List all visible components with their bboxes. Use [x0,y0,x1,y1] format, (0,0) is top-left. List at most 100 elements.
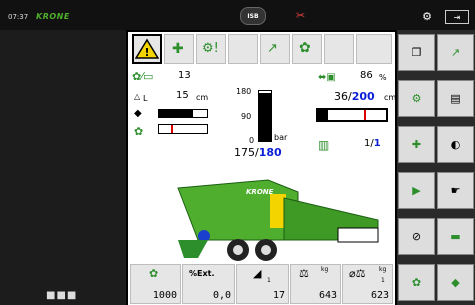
bale-length-target: 200 [351,90,375,103]
counter-side-button[interactable]: ⊘ [398,218,435,255]
tractor-side-icon: ▬ [450,230,461,243]
brand-logo: KRONE [36,12,70,21]
pressure-actual: 175 [234,146,255,159]
counter-value: 0,0 [212,290,231,301]
eject-side-button[interactable]: ▶ [398,172,435,209]
clock: 07:37 [8,13,29,21]
counter-total-bales[interactable]: ✿ 1000 [130,264,181,304]
rotor-side-button[interactable]: ◐ [437,126,474,163]
empty-tile-2 [324,34,354,64]
rotor-setting-button[interactable]: ✿ [398,264,435,301]
knotter-side-button[interactable]: ✚ [398,126,435,163]
counter-knife[interactable]: ◢ 1 17 [236,264,289,304]
bale-count-icon: ✿⁄▭ [132,70,154,83]
knotter-icon: ✚ [172,41,184,57]
length-unit: cm [196,93,209,102]
counter-label: %Ext. [189,269,215,278]
counter-label: kg [379,266,387,273]
rotor-side-icon: ◐ [450,138,461,151]
copy-icon: ❐ [411,46,422,59]
length-value: 15 [176,90,189,101]
warning-icon: ! [135,38,159,59]
bale-length-bar [316,108,388,122]
rotor-icon: ✿ [299,40,311,56]
right-panel: ❐ ↗ ⚙ ▤ ✚ ◐ ▶ ☛ ⊘ ▬ ✿ ◆ [397,30,475,305]
counter-label: kg [321,266,329,273]
main-panel: ! ✚ ⚙! ↗ ✿ ✿⁄▭ 13 △ L 15 cm ◆ ✿ 180 90 0… [128,32,397,305]
pickup-button[interactable]: ↗ [260,34,290,64]
counter-value: 1000 [152,290,177,301]
twine-button[interactable]: ✚ [164,34,194,64]
counter-side-icon: ⊘ [411,230,422,243]
isb-label: ISB [247,12,259,20]
bale-length-actual: 36 [334,90,348,103]
layers-target: 1 [373,138,381,149]
rotor-load-bar [158,124,208,134]
knife-warning-icon: ✂ [296,9,306,22]
tractor-side-button[interactable]: ▬ [437,218,474,255]
svg-text:KRONE: KRONE [246,188,274,196]
pressure-scale-mid: 90 [241,112,252,121]
avg-scale-icon: ⌀⚖ [349,267,366,280]
eject-side-icon: ▶ [412,184,421,197]
empty-tile-3 [356,34,392,64]
tool-side-button[interactable]: ☛ [437,172,474,209]
pressure-scale-max: 180 [236,87,252,96]
warning-button[interactable]: ! [132,34,162,64]
counter-value: 643 [318,290,337,301]
isb-button[interactable]: ISB [240,7,266,25]
pressure-target: 180 [258,146,282,159]
percent-unit: % [379,73,387,82]
counter-sub: 1 [381,277,385,284]
menu-button[interactable]: ■■■ [46,290,77,301]
counter-bale-weight[interactable]: ⚖ kg 643 [290,264,341,304]
pickup-side-button[interactable]: ↗ [437,34,474,71]
baler-illustration: KRONE [177,179,379,261]
pressure-unit: bar [274,133,288,142]
scale-icon: ⚖ [299,267,309,280]
layers-readout: 1/1 [364,138,381,149]
pickup-side-icon: ↗ [450,46,461,59]
empty-tile-1 [228,34,258,64]
length-icon: △ [134,92,141,101]
density-icon: ◆ [134,108,142,119]
bale-length-unit: cm [384,93,397,102]
baler-side-button[interactable]: ⚙ [398,80,435,117]
exit-icon[interactable]: ⇥ [445,10,469,24]
density-bar [158,109,208,118]
baler-button[interactable]: ⚙! [196,34,226,64]
density-setting-icon: ◆ [451,276,460,289]
left-panel [0,30,126,305]
isobus-side-icon: ▤ [450,92,461,105]
pressure-gauge [258,90,272,142]
counter-value: 17 [272,290,285,301]
knotter-side-icon: ✚ [411,138,422,151]
rotor-setting-icon: ✿ [411,276,422,289]
pressure-readout: 175/180 [234,146,282,159]
knotter-percent: 86 [360,70,373,81]
svg-text:!: ! [144,46,149,59]
length-label: L [143,94,148,103]
tool-side-icon: ☛ [450,184,461,197]
rotor-status-icon: ✿ [134,125,144,138]
isobus-side-button[interactable]: ▤ [437,80,474,117]
gear-icon[interactable]: ⚙ [412,8,442,24]
counter-ext-percent[interactable]: %Ext. 0,0 [182,264,235,304]
rotor-button[interactable]: ✿ [292,34,322,64]
bale-count: 13 [178,70,191,81]
bale-total-icon: ✿ [149,267,159,280]
baler-side-icon: ⚙ [411,92,422,105]
knotter-status-icon: ⬌▣ [318,72,336,83]
pickup-icon: ↗ [267,41,278,56]
counter-sub: 1 [267,277,271,284]
top-bar: 07:37 KRONE ISB ✂ ⚙ ⇥ [0,0,475,30]
layers-icon: ▥ [318,138,330,152]
baler-icon: ⚙! [202,41,219,56]
bale-length-readout: 36/200 [334,90,375,103]
counter-value: 623 [370,290,389,301]
pressure-scale-min: 0 [249,136,255,145]
density-setting-button[interactable]: ◆ [437,264,474,301]
counter-row: ✿ 1000 %Ext. 0,0 ◢ 1 17 ⚖ kg 643 ⌀⚖ kg 1… [128,264,395,305]
counter-avg-weight[interactable]: ⌀⚖ kg 1 623 [342,264,393,304]
copy-button[interactable]: ❐ [398,34,435,71]
